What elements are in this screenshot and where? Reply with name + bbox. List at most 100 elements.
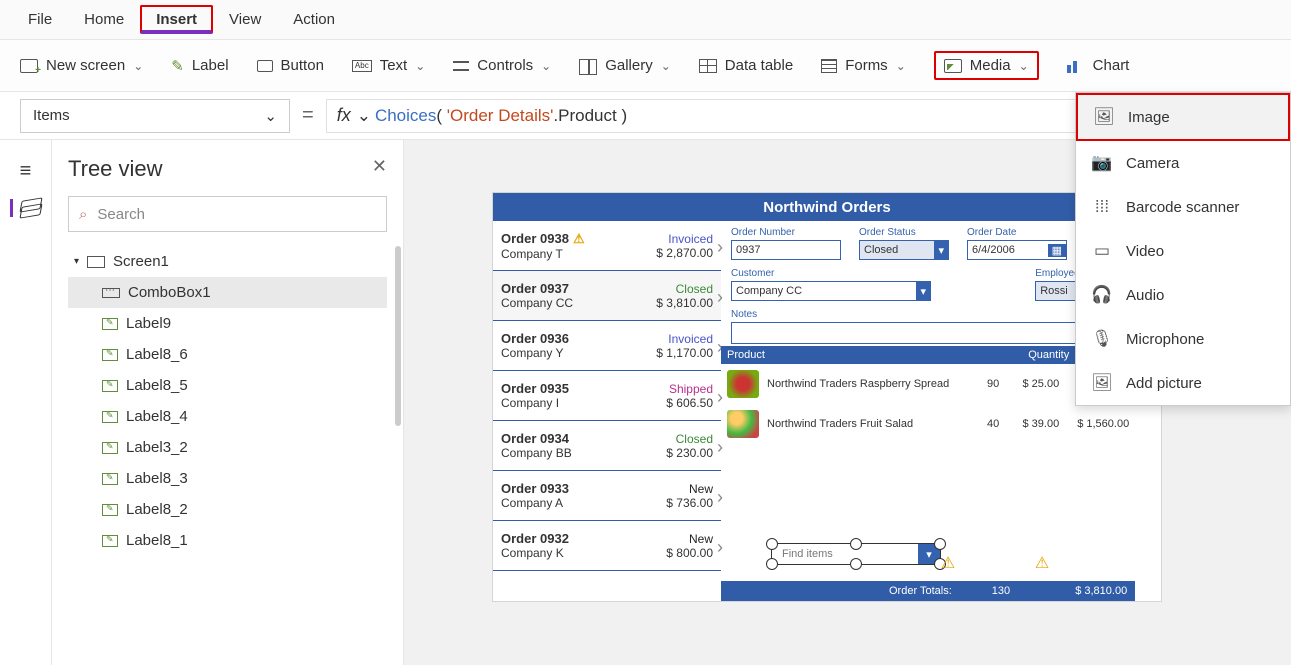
media-dropdown: 🖼Image 📷Camera ⁞⁞⁞Barcode scanner ▭Video… bbox=[1075, 92, 1291, 406]
scrollbar-thumb[interactable] bbox=[395, 246, 401, 426]
table-icon bbox=[699, 59, 717, 73]
order-number-field[interactable]: 0937 bbox=[731, 240, 841, 260]
order-row[interactable]: Order 0933Company ANew$ 736.00› bbox=[493, 471, 721, 521]
media-microphone[interactable]: 🎙Microphone bbox=[1076, 317, 1290, 361]
order-list: Order 0938⚠Company TInvoiced$ 2,870.00›O… bbox=[493, 221, 721, 601]
gallery-button[interactable]: Gallery bbox=[579, 57, 671, 74]
media-add-picture[interactable]: 🖼Add picture bbox=[1076, 361, 1290, 405]
combobox-icon bbox=[102, 288, 120, 298]
video-icon: ▭ bbox=[1092, 241, 1112, 261]
product-row[interactable]: Northwind Traders Fruit Salad40$ 39.00$ … bbox=[721, 404, 1135, 444]
resize-handle[interactable] bbox=[850, 558, 862, 570]
tree-item-label3-2[interactable]: Label3_2 bbox=[68, 432, 387, 463]
layers-icon bbox=[19, 199, 41, 217]
menu-file[interactable]: File bbox=[12, 5, 68, 34]
pencil-icon bbox=[171, 57, 184, 75]
tree: ▾Screen1 ComboBox1 Label9 Label8_6 Label… bbox=[68, 246, 387, 556]
order-row[interactable]: Order 0938⚠Company TInvoiced$ 2,870.00› bbox=[493, 221, 721, 271]
notes-field[interactable] bbox=[731, 322, 1125, 344]
text-icon: Abc bbox=[352, 60, 372, 72]
headphones-icon: 🎧 bbox=[1092, 285, 1112, 305]
form-icon bbox=[821, 59, 837, 73]
tree-view-rail-button[interactable] bbox=[10, 199, 41, 217]
tree-item-label8-5[interactable]: Label8_5 bbox=[68, 370, 387, 401]
image-icon: 🖼 bbox=[1094, 107, 1114, 127]
order-row[interactable]: Order 0935Company IShipped$ 606.50› bbox=[493, 371, 721, 421]
label-icon bbox=[102, 473, 118, 485]
label-icon bbox=[102, 535, 118, 547]
chart-icon bbox=[1067, 59, 1085, 73]
controls-button[interactable]: Controls bbox=[453, 57, 551, 74]
label-icon bbox=[102, 380, 118, 392]
gallery-icon bbox=[579, 59, 597, 73]
tree-item-label8-4[interactable]: Label8_4 bbox=[68, 401, 387, 432]
tree-item-label8-2[interactable]: Label8_2 bbox=[68, 494, 387, 525]
button-button[interactable]: Button bbox=[257, 57, 324, 74]
property-selector[interactable]: Items⌄ bbox=[20, 99, 290, 133]
media-button[interactable]: Media bbox=[934, 51, 1039, 80]
label-icon bbox=[102, 318, 118, 330]
product-thumb bbox=[727, 410, 759, 438]
search-input[interactable]: ⌕Search bbox=[68, 196, 387, 232]
data-table-button[interactable]: Data table bbox=[699, 57, 793, 74]
product-row[interactable]: Northwind Traders Raspberry Spread90$ 25… bbox=[721, 364, 1135, 404]
order-row[interactable]: Order 0936Company YInvoiced$ 1,170.00› bbox=[493, 321, 721, 371]
forms-button[interactable]: Forms bbox=[821, 57, 906, 74]
close-icon[interactable]: ✕ bbox=[372, 156, 387, 182]
menubar: File Home Insert View Action bbox=[0, 0, 1291, 40]
media-image[interactable]: 🖼Image bbox=[1076, 93, 1290, 141]
fn-name: Choices bbox=[375, 106, 436, 126]
screen-icon bbox=[87, 256, 105, 268]
barcode-icon: ⁞⁞⁞ bbox=[1092, 197, 1112, 217]
order-totals-bar: Order Totals: 130 $ 3,810.00 bbox=[721, 581, 1135, 601]
media-video[interactable]: ▭Video bbox=[1076, 229, 1290, 273]
text-button[interactable]: AbcText bbox=[352, 57, 425, 74]
order-status-select[interactable]: Closed bbox=[859, 240, 949, 260]
button-icon bbox=[257, 60, 273, 72]
order-row[interactable]: Order 0937Company CCClosed$ 3,810.00› bbox=[493, 271, 721, 321]
left-rail: ≡ bbox=[0, 140, 52, 665]
menu-insert[interactable]: Insert bbox=[140, 5, 213, 34]
tree-item-label8-6[interactable]: Label8_6 bbox=[68, 339, 387, 370]
resize-handle[interactable] bbox=[934, 538, 946, 550]
label-icon bbox=[102, 504, 118, 516]
menu-view[interactable]: View bbox=[213, 5, 277, 34]
customer-select[interactable]: Company CC bbox=[731, 281, 931, 301]
chart-button[interactable]: Chart bbox=[1067, 57, 1130, 74]
label-button[interactable]: Label bbox=[171, 57, 228, 75]
tree-screen[interactable]: ▾Screen1 bbox=[68, 246, 387, 277]
app-preview: Northwind Orders🗑 Order 0938⚠Company TIn… bbox=[492, 192, 1162, 602]
product-list: Northwind Traders Raspberry Spread90$ 25… bbox=[721, 364, 1135, 444]
tree-item-combobox1[interactable]: ComboBox1 bbox=[68, 277, 387, 308]
media-audio[interactable]: 🎧Audio bbox=[1076, 273, 1290, 317]
microphone-icon: 🎙 bbox=[1092, 329, 1112, 349]
order-row[interactable]: Order 0932Company KNew$ 800.00› bbox=[493, 521, 721, 571]
new-screen-button[interactable]: New screen bbox=[20, 57, 143, 74]
search-icon: ⌕ bbox=[79, 206, 87, 223]
order-date-field[interactable]: 6/4/2006 bbox=[967, 240, 1067, 260]
tree-item-label8-1[interactable]: Label8_1 bbox=[68, 525, 387, 556]
add-picture-icon: 🖼 bbox=[1092, 373, 1112, 393]
menu-home[interactable]: Home bbox=[68, 5, 140, 34]
media-barcode[interactable]: ⁞⁞⁞Barcode scanner bbox=[1076, 185, 1290, 229]
fx-icon: fx bbox=[337, 105, 351, 126]
resize-handle[interactable] bbox=[766, 538, 778, 550]
media-camera[interactable]: 📷Camera bbox=[1076, 141, 1290, 185]
order-row[interactable]: Order 0934Company BBClosed$ 230.00› bbox=[493, 421, 721, 471]
warning-icon: ⚠ bbox=[941, 553, 955, 573]
resize-handle[interactable] bbox=[766, 558, 778, 570]
fn-string: 'Order Details' bbox=[447, 106, 554, 126]
tree-item-label8-3[interactable]: Label8_3 bbox=[68, 463, 387, 494]
warning-icon: ⚠ bbox=[1035, 553, 1049, 573]
label-icon bbox=[102, 349, 118, 361]
label-icon bbox=[102, 411, 118, 423]
new-screen-icon bbox=[20, 59, 38, 73]
menu-action[interactable]: Action bbox=[277, 5, 351, 34]
product-header: Product Quantity Unit Pr bbox=[721, 346, 1135, 364]
tree-view-title: Tree view✕ bbox=[68, 156, 387, 182]
hamburger-icon[interactable]: ≡ bbox=[20, 160, 32, 183]
resize-handle[interactable] bbox=[850, 538, 862, 550]
combobox-canvas[interactable]: Find items ▾ bbox=[771, 543, 941, 565]
ribbon: New screen Label Button AbcText Controls… bbox=[0, 40, 1291, 92]
tree-item-label9[interactable]: Label9 bbox=[68, 308, 387, 339]
